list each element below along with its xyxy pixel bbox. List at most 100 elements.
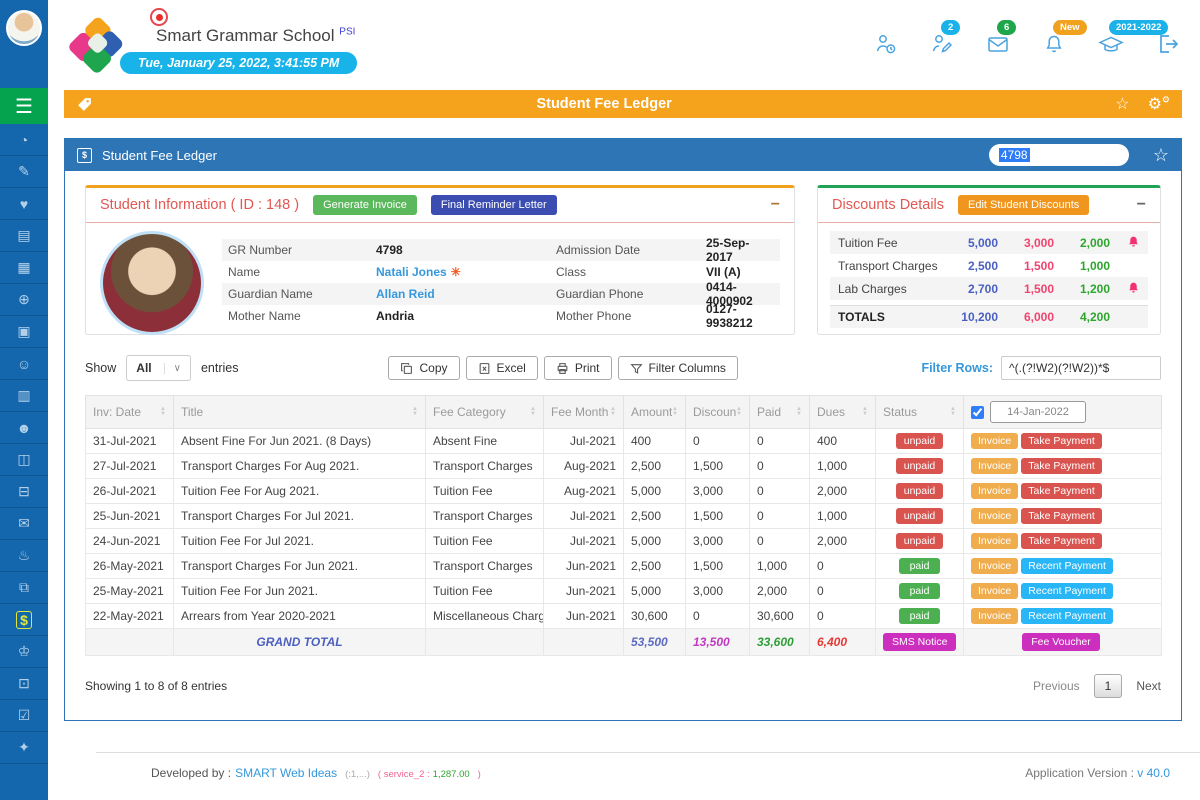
collapse-student-card-icon[interactable]: −: [771, 196, 780, 214]
cell-title-link[interactable]: Transport Charges For Jun 2021.: [174, 554, 426, 579]
next-page-button[interactable]: Next: [1136, 679, 1161, 693]
health-card-icon: ⊡: [18, 675, 30, 692]
collapse-discounts-card-icon[interactable]: −: [1137, 196, 1146, 214]
sidebar-item-alumni[interactable]: ♔: [0, 636, 48, 668]
field-value: 4798: [376, 243, 556, 257]
sidebar-item-library[interactable]: ⧉: [0, 572, 48, 604]
cell-discount: 3,000: [686, 579, 750, 604]
column-header-discount[interactable]: Discount▲▼: [686, 396, 750, 429]
excel-button[interactable]: Excel: [466, 356, 538, 380]
sidebar-item-timetable[interactable]: ▥: [0, 380, 48, 412]
final-reminder-letter-button[interactable]: Final Reminder Letter: [431, 195, 557, 215]
sidebar-item-website[interactable]: ⊕: [0, 284, 48, 316]
field-value[interactable]: Natali Jones✳: [376, 265, 556, 279]
sidebar-item-graduation[interactable]: ✦: [0, 732, 48, 764]
print-button[interactable]: Print: [544, 356, 612, 380]
cell-discount: 0: [686, 604, 750, 629]
invoice-button[interactable]: Invoice: [971, 608, 1018, 624]
take-payment-button[interactable]: Take Payment: [1021, 508, 1102, 524]
generate-invoice-button[interactable]: Generate Invoice: [313, 195, 417, 215]
invoice-button[interactable]: Invoice: [971, 483, 1018, 499]
status-badge: unpaid: [896, 508, 944, 524]
column-header-status[interactable]: Status▲▼: [876, 396, 964, 429]
invoice-button[interactable]: Invoice: [971, 458, 1018, 474]
sidebar-item-computer-lab[interactable]: ⊟: [0, 476, 48, 508]
recent-payment-button[interactable]: Recent Payment: [1021, 558, 1113, 574]
panel-star-icon[interactable]: ☆: [1153, 145, 1169, 166]
column-header-inv-date[interactable]: Inv: Date▲▼: [86, 396, 174, 429]
cell-paid: 0: [750, 429, 810, 454]
filter-columns-button[interactable]: Filter Columns: [618, 356, 738, 380]
take-payment-button[interactable]: Take Payment: [1021, 483, 1102, 499]
sidebar-item-id-card[interactable]: ▦: [0, 252, 48, 284]
academic-session-icon[interactable]: 2021-2022: [1098, 32, 1124, 56]
settings-gears-icon[interactable]: ⚙⚙: [1148, 94, 1170, 114]
logout-icon[interactable]: [1156, 32, 1180, 56]
take-payment-button[interactable]: Take Payment: [1021, 533, 1102, 549]
sidebar-item-health-card[interactable]: ⊡: [0, 668, 48, 700]
sidebar-item-health[interactable]: ♥: [0, 188, 48, 220]
visitor-log-icon[interactable]: [874, 32, 898, 56]
invoice-button[interactable]: Invoice: [971, 508, 1018, 524]
field-value[interactable]: Allan Reid: [376, 287, 556, 301]
cell-title-link[interactable]: Tuition Fee For Jun 2021.: [174, 579, 426, 604]
invoice-button[interactable]: Invoice: [971, 583, 1018, 599]
tag-icon[interactable]: [76, 96, 93, 113]
invoice-button[interactable]: Invoice: [971, 558, 1018, 574]
column-header-amount[interactable]: Amount▲▼: [624, 396, 686, 429]
recent-payment-button[interactable]: Recent Payment: [1021, 608, 1113, 624]
copy-button[interactable]: Copy: [388, 356, 459, 380]
cell-discount: 1,500: [686, 454, 750, 479]
menu-toggle-button[interactable]: ☰: [0, 88, 48, 124]
sidebar-item-tasks[interactable]: ☑: [0, 700, 48, 732]
page-number-button[interactable]: 1: [1094, 674, 1123, 698]
sidebar-item-birthday[interactable]: ♨: [0, 540, 48, 572]
date-filter-checkbox[interactable]: [971, 406, 984, 419]
sidebar-item-dashboard[interactable]: ◔: [0, 124, 48, 156]
cell-title-link[interactable]: Tuition Fee For Jul 2021.: [174, 529, 426, 554]
cell-title-link[interactable]: Tuition Fee For Aug 2021.: [174, 479, 426, 504]
cell-title-link[interactable]: Arrears from Year 2020-2021: [174, 604, 426, 629]
column-header-fee-month[interactable]: Fee Month▲▼: [544, 396, 624, 429]
cell-title-link[interactable]: Transport Charges For Jul 2021.: [174, 504, 426, 529]
sidebar-item-clipboard[interactable]: ▣: [0, 316, 48, 348]
student-info-title: Student Information ( ID : 148 ): [100, 197, 299, 213]
recent-payment-button[interactable]: Recent Payment: [1021, 583, 1113, 599]
column-header-title[interactable]: Title▲▼: [174, 396, 426, 429]
fee-voucher-button[interactable]: Fee Voucher: [1022, 633, 1100, 651]
take-payment-button[interactable]: Take Payment: [1021, 458, 1102, 474]
cell-title-link[interactable]: Absent Fine For Jun 2021. (8 Days): [174, 429, 426, 454]
user-avatar[interactable]: [6, 10, 42, 46]
developer-link[interactable]: SMART Web Ideas: [235, 766, 337, 780]
filter-rows-input[interactable]: [1001, 356, 1161, 380]
notifications-bell-icon[interactable]: New: [1042, 32, 1066, 56]
sidebar-item-staff[interactable]: ☻: [0, 412, 48, 444]
gr-number-search-input[interactable]: 4798: [989, 144, 1129, 166]
edit-student-discounts-button[interactable]: Edit Student Discounts: [958, 195, 1089, 215]
gallery-icon: ◫: [17, 451, 30, 468]
column-header-dues[interactable]: Dues▲▼: [810, 396, 876, 429]
sms-notice-button[interactable]: SMS Notice: [883, 633, 956, 651]
app-version-value[interactable]: v 40.0: [1137, 766, 1170, 780]
cell-amount: 2,500: [624, 504, 686, 529]
favorite-star-icon[interactable]: ☆: [1115, 94, 1129, 114]
cell-title-link[interactable]: Transport Charges For Aug 2021.: [174, 454, 426, 479]
entries-select[interactable]: All ∨: [126, 355, 191, 381]
column-header-fee-category[interactable]: Fee Category▲▼: [426, 396, 544, 429]
sidebar-item-student[interactable]: ☺: [0, 348, 48, 380]
sidebar-item-mailbox[interactable]: ✉: [0, 508, 48, 540]
sidebar-item-student-edit[interactable]: ✎: [0, 156, 48, 188]
cell-actions: InvoiceTake Payment: [964, 504, 1162, 529]
take-payment-button[interactable]: Take Payment: [1021, 433, 1102, 449]
sidebar-item-fee-ledger[interactable]: $: [0, 604, 48, 636]
date-filter-input[interactable]: [990, 401, 1086, 423]
school-logo[interactable]: [64, 14, 126, 76]
sidebar-item-fee-card[interactable]: ▤: [0, 220, 48, 252]
column-header-paid[interactable]: Paid▲▼: [750, 396, 810, 429]
student-requests-icon[interactable]: 2: [930, 32, 954, 56]
previous-page-button[interactable]: Previous: [1033, 679, 1080, 693]
invoice-button[interactable]: Invoice: [971, 433, 1018, 449]
invoice-button[interactable]: Invoice: [971, 533, 1018, 549]
messages-icon[interactable]: 6: [986, 32, 1010, 56]
sidebar-item-gallery[interactable]: ◫: [0, 444, 48, 476]
